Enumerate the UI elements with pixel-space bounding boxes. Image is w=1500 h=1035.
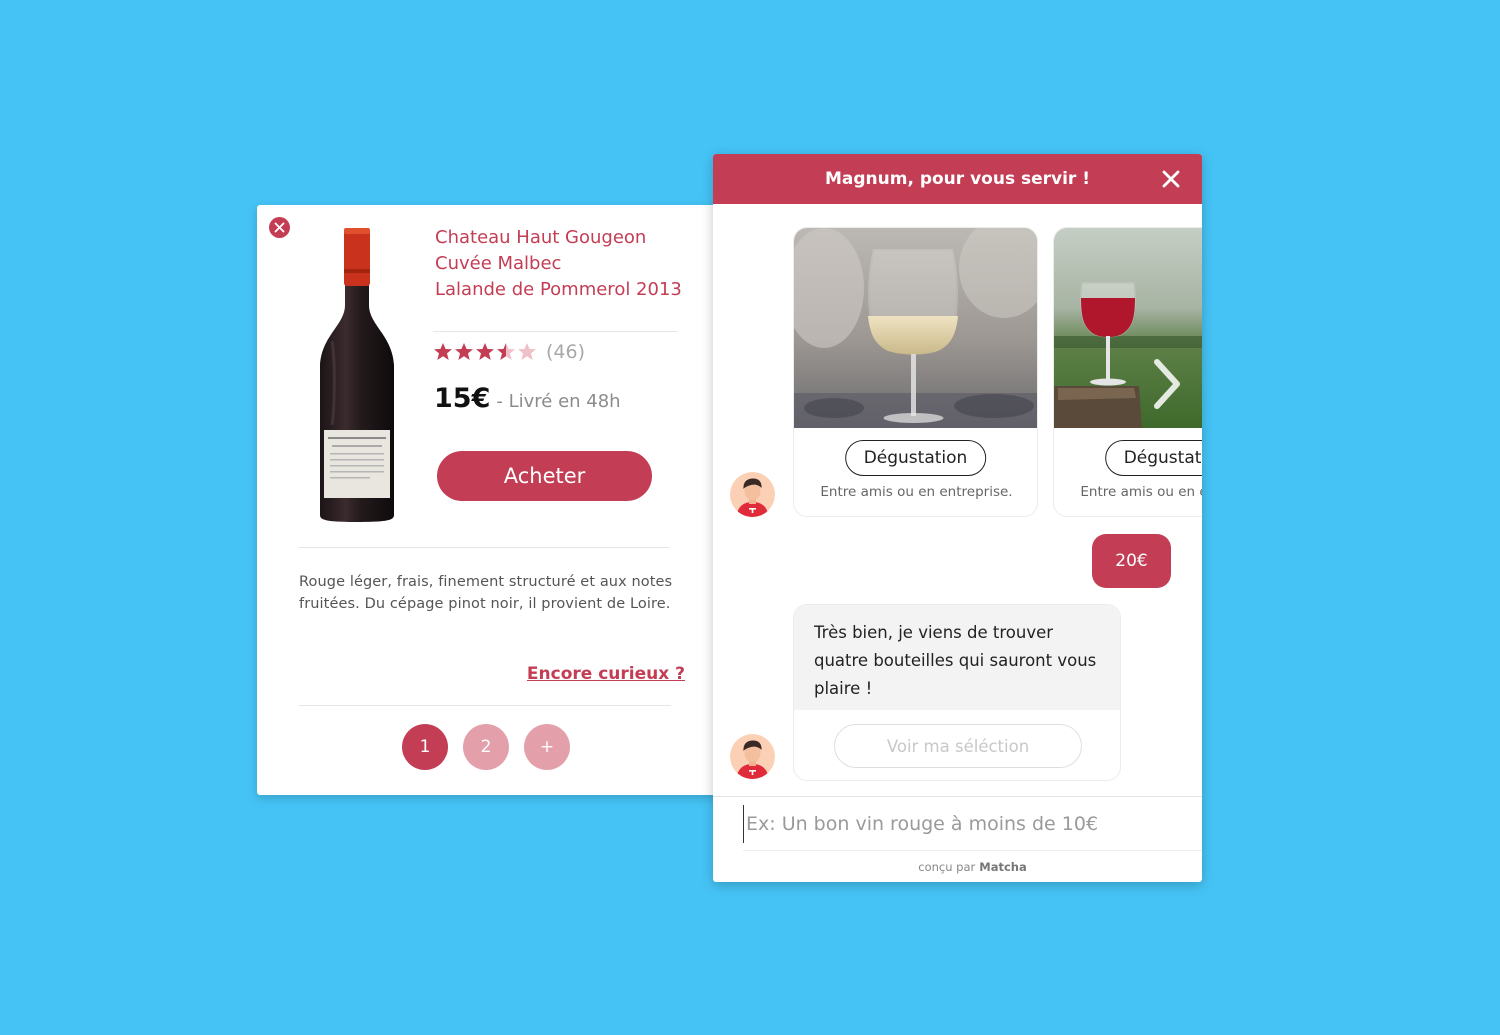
- chat-messages[interactable]: Dégustation Entre amis ou en entreprise.: [713, 204, 1202, 796]
- chat-input-area: [713, 796, 1202, 850]
- footer-brand[interactable]: Matcha: [979, 860, 1026, 874]
- product-title: Chateau Haut Gougeon Cuvée Malbec Laland…: [435, 225, 705, 303]
- divider: [299, 547, 669, 548]
- card-tag-button[interactable]: Dégustation: [844, 440, 987, 476]
- star-icon: [497, 343, 515, 360]
- bot-avatar-icon: [730, 734, 775, 779]
- more-info-link[interactable]: Encore curieux ?: [527, 664, 685, 684]
- page-button-2[interactable]: 2: [463, 724, 509, 770]
- card-subtitle: Entre amis ou en entreprise.: [820, 484, 1013, 500]
- card-subtitle: Entre amis ou en entreprise.: [1080, 484, 1202, 500]
- product-title-line: Lalande de Pommerol 2013: [435, 279, 682, 300]
- product-rating: (46): [433, 341, 585, 363]
- user-message: 20€: [1092, 534, 1171, 588]
- page-button-more[interactable]: +: [524, 724, 570, 770]
- star-icon: [518, 343, 536, 360]
- chat-title: Magnum, pour vous servir !: [824, 169, 1090, 189]
- product-pagination: 1 2 +: [402, 724, 585, 770]
- chevron-right-icon[interactable]: [1147, 354, 1187, 414]
- card-tag-button[interactable]: Dégustation: [1104, 440, 1202, 476]
- price-row: 15€ - Livré en 48h: [434, 383, 621, 414]
- divider: [299, 705, 671, 706]
- chat-footer: conçu par Matcha: [743, 850, 1202, 882]
- chat-header: Magnum, pour vous servir !: [713, 154, 1202, 204]
- chat-widget: Magnum, pour vous servir ! Dégustation E…: [713, 154, 1202, 882]
- white-wine-glass-image: [794, 228, 1037, 428]
- product-price: 15€: [434, 383, 491, 414]
- close-icon[interactable]: [1162, 170, 1180, 188]
- bot-avatar-icon: [730, 472, 775, 517]
- page-button-1[interactable]: 1: [402, 724, 448, 770]
- bot-message: Très bien, je viens de trouver quatre bo…: [793, 604, 1121, 781]
- star-icon: [476, 343, 494, 360]
- footer-prefix: conçu par: [918, 859, 976, 874]
- product-description: Rouge léger, frais, finement structuré e…: [299, 574, 673, 612]
- buy-button[interactable]: Acheter: [437, 451, 652, 501]
- suggestion-card[interactable]: Dégustation Entre amis ou en entreprise.: [793, 227, 1038, 517]
- star-icon: [434, 343, 452, 360]
- wine-bottle-image: [312, 225, 402, 525]
- star-icon: [455, 343, 473, 360]
- bot-message-text: Très bien, je viens de trouver quatre bo…: [794, 605, 1120, 710]
- product-close-icon[interactable]: [269, 217, 290, 238]
- rating-stars: [433, 342, 538, 362]
- product-title-line: Cuvée Malbec: [435, 253, 562, 274]
- divider: [433, 331, 677, 332]
- delivery-info: - Livré en 48h: [496, 391, 621, 412]
- product-title-line: Chateau Haut Gougeon: [435, 227, 647, 248]
- review-count: (46): [546, 341, 586, 363]
- view-selection-button[interactable]: Voir ma séléction: [834, 724, 1082, 768]
- product-card: Chateau Haut Gougeon Cuvée Malbec Laland…: [257, 205, 727, 795]
- chat-input[interactable]: [743, 805, 1183, 843]
